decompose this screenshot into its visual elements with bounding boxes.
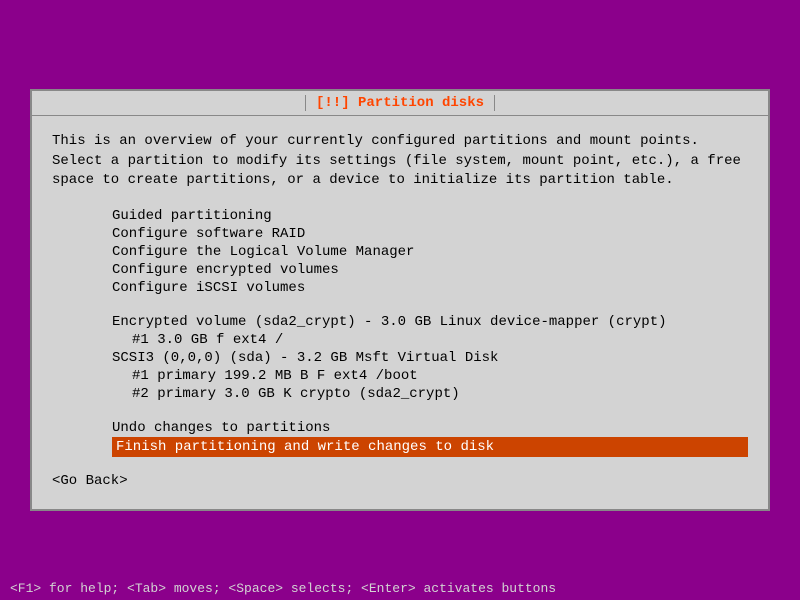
title-bar: [!!] Partition disks xyxy=(32,91,768,116)
dialog-box: [!!] Partition disks This is an overview… xyxy=(30,89,770,511)
menu-item-raid[interactable]: Configure software RAID xyxy=(112,225,748,243)
status-bar: <F1> for help; <Tab> moves; <Space> sele… xyxy=(0,577,800,600)
encrypted-volume-part: #1 3.0 GB f ext4 / xyxy=(132,331,748,349)
partition-section: Encrypted volume (sda2_crypt) - 3.0 GB L… xyxy=(52,313,748,403)
menu-item-lvm[interactable]: Configure the Logical Volume Manager xyxy=(112,243,748,261)
undo-changes-item[interactable]: Undo changes to partitions xyxy=(112,419,748,437)
action-section: Undo changes to partitions Finish partit… xyxy=(52,419,748,457)
description-text: This is an overview of your currently co… xyxy=(52,132,748,191)
menu-list: Guided partitioning Configure software R… xyxy=(112,207,748,297)
menu-item-guided[interactable]: Guided partitioning xyxy=(112,207,748,225)
menu-item-iscsi[interactable]: Configure iSCSI volumes xyxy=(112,279,748,297)
encrypted-volume-label[interactable]: Encrypted volume (sda2_crypt) - 3.0 GB L… xyxy=(112,313,748,331)
content-area: This is an overview of your currently co… xyxy=(32,116,768,509)
scsi-label[interactable]: SCSI3 (0,0,0) (sda) - 3.2 GB Msft Virtua… xyxy=(112,349,748,367)
scsi-part1[interactable]: #1 primary 199.2 MB B F ext4 /boot xyxy=(132,367,748,385)
dialog-title: [!!] Partition disks xyxy=(305,95,495,111)
scsi-part2[interactable]: #2 primary 3.0 GB K crypto (sda2_crypt) xyxy=(132,385,748,403)
go-back-button[interactable]: <Go Back> xyxy=(52,473,748,499)
screen-wrapper: [!!] Partition disks This is an overview… xyxy=(0,0,800,600)
menu-item-encrypted[interactable]: Configure encrypted volumes xyxy=(112,261,748,279)
finish-partitioning-item[interactable]: Finish partitioning and write changes to… xyxy=(112,437,748,457)
